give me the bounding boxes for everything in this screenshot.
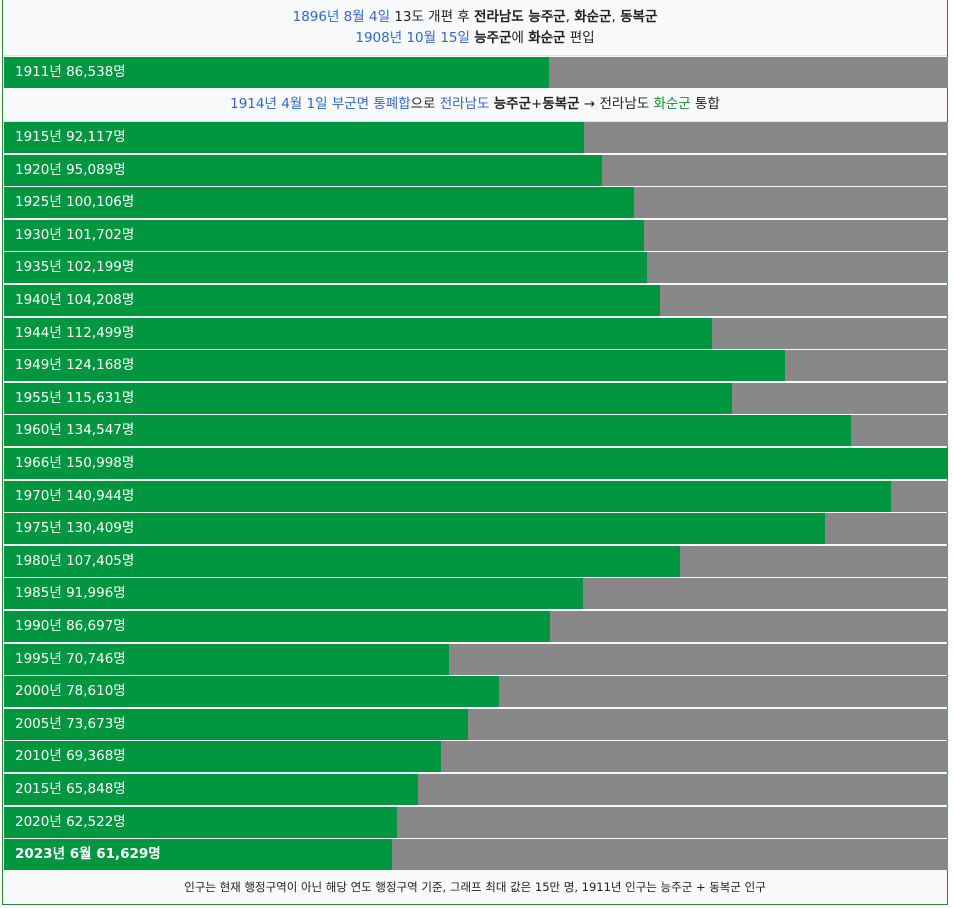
bar-row-1944: 1944년 112,499명 [4,317,948,349]
bar-row-1955: 1955년 115,631명 [4,382,948,414]
bar-label-1995: 1995년 70,746명 [15,650,126,667]
merge-note-segment: 통합 [690,96,720,112]
bar-row-1990: 1990년 86,697명 [4,611,948,642]
bar-label-1920: 1920년 95,089명 [15,161,126,178]
bar-row-1985: 1985년 91,996명 [4,578,948,610]
merge-note-segment[interactable]: 1914년 4월 1일 [230,96,327,112]
header-line1-segment: 동복군 [620,9,658,25]
bar-row-1930: 1930년 101,702명 [4,219,948,251]
header-line2-segment: 능주군 [474,30,512,46]
bar-label-1985: 1985년 91,996명 [15,585,126,602]
header-line2-segment: 편입 [565,30,595,46]
bar-row-2000: 2000년 78,610명 [4,676,948,708]
merge-note-segment: → 전라남도 [579,96,654,112]
footer-note: 인구는 현재 행정구역이 아닌 해당 연도 행정구역 기준, 그래프 최대 값은… [3,871,947,904]
bar-label-1930: 1930년 101,702명 [15,226,135,243]
header-line1-segment: 화순군 [574,9,612,25]
bar-row-1940: 1940년 104,208명 [4,285,948,316]
bar-label-1990: 1990년 86,697명 [15,618,126,634]
merge-note-segment[interactable]: 부군면 통폐합 [332,96,411,112]
bar-label-2000: 2000년 78,610명 [15,683,126,700]
bar-label-1970: 1970년 140,944명 [15,487,135,504]
bar-label-1955: 1955년 115,631명 [15,389,135,406]
bar-label-1915: 1915년 92,117명 [15,129,126,145]
merge-note-segment: 동복군 [542,96,580,112]
bar-label-1980: 1980년 107,405명 [15,552,135,569]
header-line2-segment[interactable]: 1908년 10월 15일 [355,30,470,46]
merge-note-segment: 능주군 [493,96,532,112]
bar-label-2023: 2023년 6월 61,629명 [15,846,161,863]
bar-label-2005: 2005년 73,673명 [15,715,126,732]
bar-row-2015: 2015년 65,848명 [4,774,948,805]
header-line1-segment: 13도 개편 후 [390,9,475,25]
merge-note-segment: 으로 [410,96,440,112]
bar-row-1970: 1970년 140,944명 [4,480,948,512]
bar-label-1944: 1944년 112,499명 [15,324,135,341]
header-line1-segment: , [611,9,621,25]
header-line1-segment: 전라남도 능주군 [474,9,566,25]
bar-row-1925: 1925년 100,106명 [4,187,948,219]
header-note: 1896년 8월 4일 13도 개편 후 전라남도 능주군, 화순군, 동복군 … [3,0,947,56]
header-line2-segment: 화순군 [528,30,566,46]
merge-note-segment: + [531,96,543,112]
bar-fill-1966 [4,448,948,479]
bar-label-2020: 2020년 62,522명 [15,813,126,830]
merge-note-segment: 화순군 [653,96,691,112]
bar-label-1935: 1935년 102,199명 [15,259,135,276]
header-line1-segment: , [565,9,575,25]
bar-row-1911: 1911년 86,538명 [4,57,948,88]
merge-note-segment[interactable]: 전라남도 [440,96,490,112]
bar-row-2020: 2020년 62,522명 [4,806,948,838]
bar-label-1925: 1925년 100,106명 [15,194,135,211]
population-chart-frame: 1896년 8월 4일 13도 개편 후 전라남도 능주군, 화순군, 동복군 … [2,0,948,905]
header-note-line1: 1896년 8월 4일 13도 개편 후 전라남도 능주군, 화순군, 동복군 [3,7,947,28]
bar-row-2010: 2010년 69,368명 [4,741,948,773]
header-line2-segment: 에 [511,30,529,46]
bar-label-1975: 1975년 130,409명 [15,520,135,537]
bar-row-1935: 1935년 102,199명 [4,252,948,284]
bar-label-1949: 1949년 124,168명 [15,357,135,374]
bar-row-1920: 1920년 95,089명 [4,154,948,186]
header-note-line2: 1908년 10월 15일 능주군에 화순군 편입 [3,28,947,49]
bar-label-1940: 1940년 104,208명 [15,292,135,308]
bar-row-1995: 1995년 70,746명 [4,643,948,675]
header-line1-segment[interactable]: 1896년 8월 4일 [293,9,390,25]
bar-label-2015: 2015년 65,848명 [15,781,126,797]
bar-row-2005: 2005년 73,673명 [4,708,948,740]
bar-row-1966: 1966년 150,998명 [4,448,948,479]
bar-row-2023: 2023년 6월 61,629명 [4,839,948,871]
bar-row-1980: 1980년 107,405명 [4,545,948,577]
bar-label-2010: 2010년 69,368명 [15,748,126,765]
bar-row-1960: 1960년 134,547명 [4,415,948,447]
bar-row-1949: 1949년 124,168명 [4,350,948,382]
bar-row-1915: 1915년 92,117명 [4,122,948,153]
bar-row-1975: 1975년 130,409명 [4,513,948,545]
bar-label-1911: 1911년 86,538명 [15,64,126,80]
bar-label-1966: 1966년 150,998명 [15,455,135,471]
bar-fill-1970 [4,480,891,512]
merge-note: 1914년 4월 1일 부군면 통폐합으로 전라남도 능주군+동복군 → 전라남… [3,89,947,122]
bar-label-1960: 1960년 134,547명 [15,422,135,439]
